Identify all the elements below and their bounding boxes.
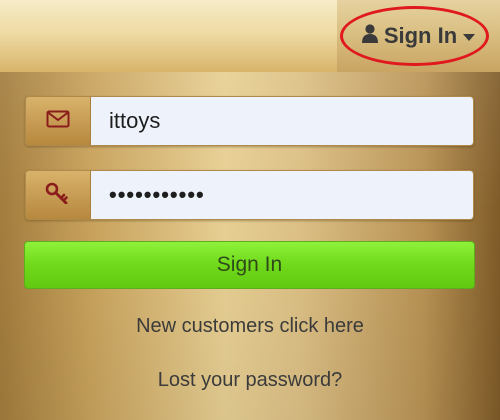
- envelope-icon: [46, 110, 70, 133]
- new-customers-link[interactable]: New customers click here: [0, 315, 500, 338]
- caret-down-icon: [463, 34, 476, 41]
- sign-in-dropdown-toggle[interactable]: Sign In: [337, 0, 500, 72]
- username-input[interactable]: ittoys: [91, 97, 473, 145]
- lost-password-link[interactable]: Lost your password?: [0, 369, 500, 392]
- key-icon: [45, 182, 71, 209]
- username-group: ittoys: [25, 96, 474, 146]
- password-input[interactable]: •••••••••••: [91, 171, 473, 219]
- password-addon: [26, 171, 91, 219]
- password-group: •••••••••••: [25, 170, 474, 220]
- username-addon: [26, 97, 91, 145]
- sign-in-dropdown-label: Sign In: [383, 23, 458, 48]
- sign-in-button[interactable]: Sign In: [24, 241, 475, 289]
- user-icon: [361, 23, 378, 49]
